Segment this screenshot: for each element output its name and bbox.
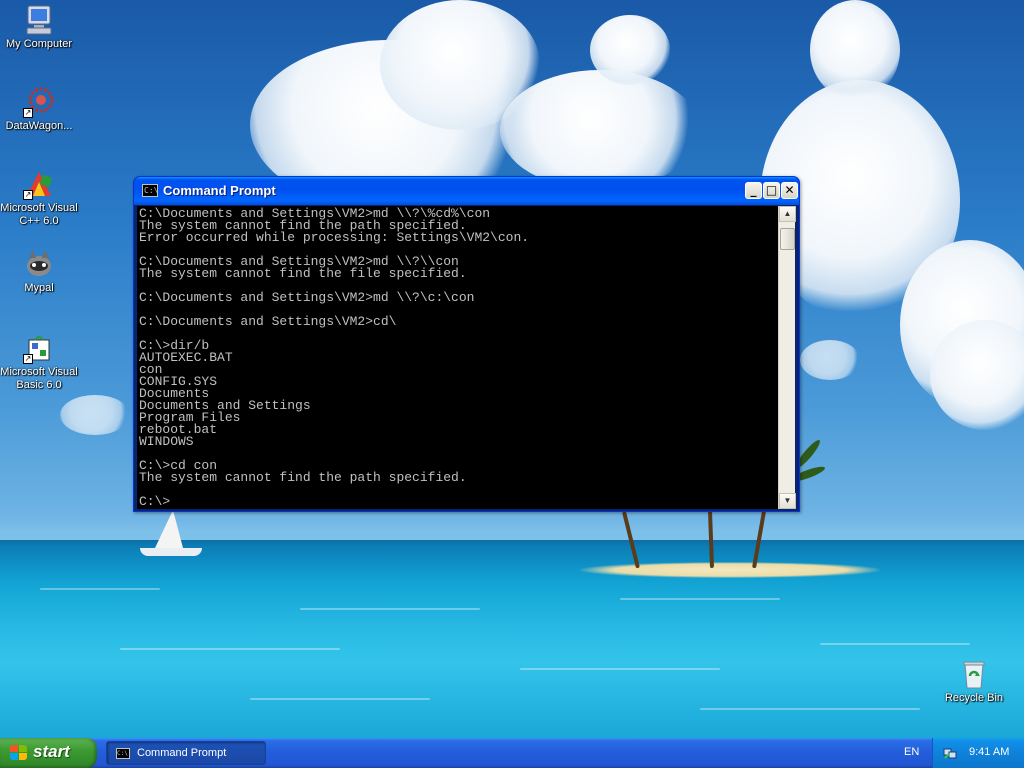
datawagon-icon: ↗ [23,86,55,118]
desktop-icon-label-line2: Basic 6.0 [16,379,62,391]
desktop-icon-mypal[interactable]: Mypal [0,248,78,295]
shortcut-arrow-icon: ↗ [23,190,33,200]
console-line: The system cannot find the path specifie… [139,470,467,485]
mypal-icon [23,248,55,280]
desktop-icon-label: DataWagon... [5,120,73,132]
console-output[interactable]: C:\Documents and Settings\VM2>md \\?\%cd… [137,206,778,509]
command-prompt-icon[interactable]: C:\ [142,184,158,197]
wallpaper-cloud [810,0,900,100]
wallpaper-cloud [60,395,130,435]
console-line: AUTOEXEC.BAT [139,350,233,365]
taskbar: start C:\ Command Prompt EN 9:41 AM [0,738,1024,768]
desktop-icon-label-line2: C++ 6.0 [19,215,59,227]
wallpaper-cloud [930,320,1024,430]
shortcut-arrow-icon: ↗ [23,354,33,364]
console-line: reboot.bat [139,422,218,437]
sailboat-sail [155,510,183,548]
wallpaper-cloud [500,70,700,190]
command-prompt-icon: C:\ [116,748,130,759]
console-line: C:\> [139,494,171,509]
vertical-scrollbar[interactable]: ▲ ▼ [778,206,796,509]
start-button[interactable]: start [0,738,97,768]
shortcut-arrow-icon: ↗ [23,108,33,118]
console-line: Error occurred while processing: Setting… [139,230,530,245]
network-icon[interactable] [943,746,957,760]
desktop-icon-visual-basic[interactable]: ↗ Microsoft Visual Basic 6.0 [0,332,78,392]
desktop-icon-label-line1: Microsoft Visual [0,366,78,378]
language-indicator[interactable]: EN [904,746,919,758]
wallpaper-cloud [800,340,860,380]
console-line: C:\Documents and Settings\VM2>md \\?\c:\… [139,290,475,305]
console-line: con [139,362,163,377]
desktop-icon-recycle-bin[interactable]: Recycle Bin [935,658,1013,705]
minimize-button[interactable]: _ [745,182,762,199]
desktop-icon-label: Mypal [24,282,54,294]
console-line: WINDOWS [139,434,194,449]
desktop-icon-my-computer[interactable]: My Computer [0,4,78,51]
console-line: Program Files [139,410,241,425]
visual-basic-icon: ↗ [23,332,55,364]
console-line: CONFIG.SYS [139,374,218,389]
desktop-icon-visual-cpp[interactable]: ↗ Microsoft Visual C++ 6.0 [0,168,78,228]
close-button[interactable]: ✕ [781,182,798,199]
desktop-icon-label: My Computer [5,38,73,50]
taskbar-button-label: Command Prompt [137,747,227,759]
recycle-bin-icon [958,658,990,690]
desktop-icon-label: Recycle Bin [944,692,1004,704]
visual-cpp-icon: ↗ [23,168,55,200]
desktop-icon-label-line1: Microsoft Visual [0,202,78,214]
clock[interactable]: 9:41 AM [969,746,1009,758]
console-line: C:\Documents and Settings\VM2>cd\ [139,314,397,329]
start-label: start [33,742,70,761]
scroll-up-button[interactable]: ▲ [779,206,796,222]
scroll-down-button[interactable]: ▼ [779,493,796,509]
scroll-thumb[interactable] [780,228,795,250]
command-prompt-window[interactable]: C:\ Command Prompt _ □ ✕ C:\Documents an… [133,176,800,512]
window-title: Command Prompt [163,183,276,198]
console-line: C:\>dir/b [139,338,210,353]
sailboat-hull [140,548,202,556]
maximize-button[interactable]: □ [763,182,780,199]
system-tray: 9:41 AM [932,738,1024,768]
desktop-icon-datawagon[interactable]: ↗ DataWagon... [0,86,78,133]
windows-logo-icon [10,745,28,761]
console-line: The system cannot find the file specifie… [139,266,467,281]
window-titlebar[interactable]: C:\ Command Prompt _ □ ✕ [134,177,799,205]
taskbar-button-command-prompt[interactable]: C:\ Command Prompt [106,741,266,765]
wallpaper-cloud [590,15,670,85]
island [580,562,880,578]
computer-icon [23,4,55,36]
